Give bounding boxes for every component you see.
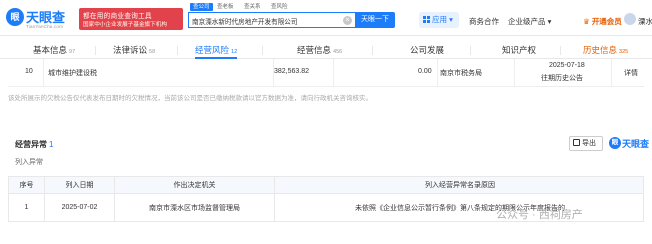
col-header-date: 列入日期 bbox=[45, 177, 115, 193]
section-count: 1 bbox=[49, 140, 54, 149]
tax-source-link[interactable]: 往期历史公告 bbox=[541, 73, 583, 83]
promo-banner[interactable]: 都在用的商业查询工具 国家中小企业发展子基金旗下机构 bbox=[79, 8, 183, 30]
promo-line-2: 国家中小企业发展子基金旗下机构 bbox=[83, 22, 167, 28]
nav-vip-label: 开通会员 bbox=[591, 17, 622, 26]
user-name[interactable]: 溧水房 bbox=[638, 16, 652, 27]
col-header-reason: 列入经营异常名录原因 bbox=[425, 182, 495, 189]
tab-business-info[interactable]: 经营信息 456 bbox=[297, 41, 342, 59]
category-tabs: 基本信息 97 法律诉讼 58 经营风险 12 经营信息 456 公司发展 知识产权 历… bbox=[0, 41, 652, 59]
search-tab-boss[interactable]: 查老板 bbox=[217, 3, 234, 11]
section-title-text: 经营异常 bbox=[15, 140, 47, 149]
search-tab-company[interactable]: 查公司 bbox=[190, 3, 213, 11]
search-button[interactable]: 天眼一下 bbox=[355, 12, 395, 28]
search-tab-relation[interactable]: 查关系 bbox=[244, 3, 261, 11]
search-input[interactable] bbox=[192, 14, 342, 27]
tax-amount: 382,563.82 bbox=[274, 68, 310, 75]
export-label: 导出 bbox=[582, 140, 596, 147]
brand-logo-icon: 眼 bbox=[609, 137, 621, 149]
tax-table-row: 10 城市维护建设税 382,563.82 0.00 南京市税务局 2025-0… bbox=[8, 59, 644, 87]
tab-divider bbox=[95, 46, 96, 55]
table-header: 序号 列入日期 作出决定机关 列入经营异常名录原因 bbox=[8, 176, 644, 194]
logo-icon: 眼 bbox=[6, 8, 24, 26]
tab-count: 325 bbox=[619, 49, 629, 55]
tab-divider bbox=[560, 46, 561, 55]
top-header: 眼 天眼查 TianYanCha.com 都在用的商业查询工具 国家中小企业发展… bbox=[0, 0, 652, 36]
tab-divider bbox=[470, 46, 471, 55]
avatar[interactable] bbox=[624, 13, 636, 25]
disclaimer-note: 该处所展示的欠税公告仅代表发布日期时的欠税情况，当前该公司是否已缴纳税款请以官方… bbox=[8, 95, 372, 102]
tax-date: 2025-07-18 bbox=[549, 62, 585, 69]
nav-enterprise[interactable]: 企业级产品 ▾ bbox=[508, 16, 551, 27]
tab-ip[interactable]: 知识产权 bbox=[502, 41, 536, 59]
site-logo[interactable]: 眼 天眼查 TianYanCha.com bbox=[6, 6, 74, 32]
row-date: 2025-07-02 bbox=[45, 194, 115, 221]
export-icon bbox=[573, 139, 580, 146]
row-reason: 未依照《企业信息公示暂行条例》第八条规定的期限公示年度报告的 bbox=[355, 204, 565, 212]
watermark: 公众号 · 西祠房产 bbox=[496, 209, 583, 221]
tab-label: 法律诉讼 bbox=[113, 45, 148, 55]
nav-enterprise-label: 企业级产品 bbox=[508, 17, 546, 26]
tax-index: 10 bbox=[25, 68, 33, 75]
tab-label: 经营信息 bbox=[297, 45, 332, 55]
nav-business[interactable]: 商务合作 bbox=[469, 16, 499, 27]
logo-url: TianYanCha.com bbox=[26, 24, 64, 29]
tab-count: 97 bbox=[69, 49, 76, 55]
tab-basic-info[interactable]: 基本信息 97 bbox=[33, 41, 75, 59]
clear-icon[interactable]: × bbox=[343, 16, 352, 25]
tab-development[interactable]: 公司发展 bbox=[410, 41, 444, 59]
col-header-index: 序号 bbox=[9, 177, 45, 193]
tab-divider bbox=[262, 46, 263, 55]
section-subtitle: 列入异常 bbox=[15, 159, 43, 166]
row-authority[interactable]: 南京市溧水区市场监督管理局 bbox=[115, 194, 275, 221]
apps-menu[interactable]: 应用 ▾ bbox=[419, 12, 459, 28]
tax-authority: 南京市税务局 bbox=[440, 70, 482, 77]
tab-history[interactable]: 历史信息 325 bbox=[583, 41, 628, 59]
tab-divider bbox=[177, 46, 178, 55]
tax-current: 0.00 bbox=[418, 68, 432, 75]
nav-vip[interactable]: ♛ 开通会员 bbox=[583, 16, 622, 27]
search-box: × bbox=[188, 12, 355, 28]
promo-line-1: 都在用的商业查询工具 bbox=[83, 13, 152, 20]
tab-label: 公司发展 bbox=[410, 45, 445, 55]
tab-label: 历史信息 bbox=[583, 45, 618, 55]
search-tab-risk[interactable]: 查风险 bbox=[271, 3, 288, 11]
tab-count: 456 bbox=[333, 49, 343, 55]
brand-logo: 眼 天眼查 bbox=[609, 136, 649, 150]
export-button[interactable]: 导出 bbox=[569, 136, 603, 151]
tab-count: 58 bbox=[149, 49, 156, 55]
col-header-authority: 作出决定机关 bbox=[115, 177, 275, 193]
brand-logo-text: 天眼查 bbox=[622, 139, 650, 149]
tab-legal[interactable]: 法律诉讼 58 bbox=[113, 41, 155, 59]
grid-icon bbox=[423, 16, 430, 23]
apps-label: 应用 bbox=[432, 15, 447, 24]
section-title: 经营异常 1 bbox=[15, 139, 53, 150]
tab-label: 基本信息 bbox=[33, 45, 68, 55]
tax-detail-link[interactable]: 详情 bbox=[624, 68, 638, 78]
row-index: 1 bbox=[9, 194, 45, 221]
tab-operating-risk[interactable]: 经营风险 12 bbox=[195, 41, 238, 59]
tab-label: 经营风险 bbox=[195, 45, 230, 55]
tab-divider bbox=[372, 46, 373, 55]
tab-label: 知识产权 bbox=[502, 45, 537, 55]
tax-type: 城市维护建设税 bbox=[48, 70, 97, 77]
tab-count: 12 bbox=[231, 49, 238, 55]
